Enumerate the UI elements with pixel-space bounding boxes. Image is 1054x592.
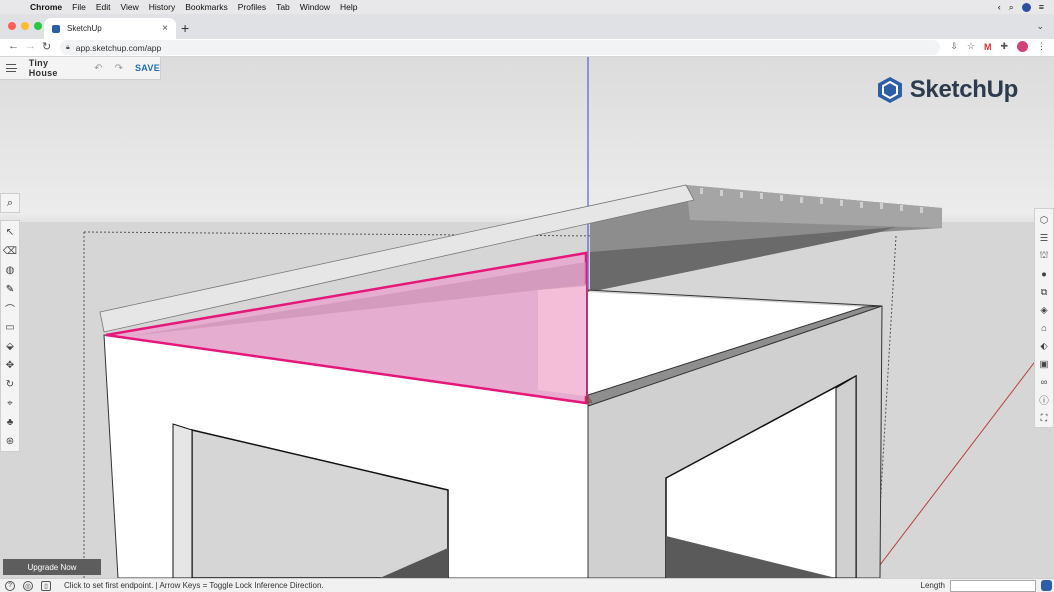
forward-button[interactable]: →	[25, 40, 36, 52]
tape-measure-tool-icon[interactable]: ⌖	[1, 394, 19, 413]
components-icon[interactable]: ⧉	[1035, 283, 1053, 301]
menu-profiles[interactable]: Profiles	[238, 2, 266, 12]
redo-icon[interactable]: ↷	[115, 63, 123, 74]
tab-title: SketchUp	[67, 24, 102, 33]
pencil-cursor-icon: ✎	[585, 396, 593, 407]
gmail-extension-icon[interactable]: M	[984, 42, 992, 52]
orbit-tool-icon[interactable]: ⊛	[1, 432, 19, 451]
length-label: Length	[920, 581, 945, 590]
left-tool-bar: ↖ ⌫ ◍ ✎ ⌒ ▭ ⬙ ✥ ↻ ⌖ ♣ ⊛	[0, 220, 20, 452]
profile-avatar-icon[interactable]	[1017, 41, 1028, 52]
upgrade-now-button[interactable]: Upgrade Now	[3, 559, 101, 575]
length-input[interactable]	[950, 579, 1036, 592]
model-toolbar: Tiny House ↶ ↷ SAVE	[0, 57, 161, 80]
pencil-tool-icon[interactable]: ✎	[1, 280, 19, 299]
globe-icon[interactable]: ◎	[23, 580, 33, 591]
extensions-puzzle-icon[interactable]: ✚	[1000, 41, 1008, 52]
info-icon[interactable]: ⓘ	[1035, 391, 1053, 409]
sketchup-logo-text: SketchUp	[909, 76, 1019, 103]
arc-tool-icon[interactable]: ⌒	[1, 299, 19, 318]
help-center-icon[interactable]: ⛶	[1035, 409, 1053, 427]
select-tool-icon[interactable]: ↖	[1, 223, 19, 242]
instructor-icon[interactable]: ▯	[41, 580, 51, 591]
sketchup-logo-icon	[877, 77, 902, 103]
sketchup-favicon-icon	[52, 24, 60, 33]
zoom-window-button[interactable]	[34, 22, 42, 30]
url-text: app.sketchup.com/app	[75, 42, 162, 53]
outliner-icon[interactable]: ☰	[1035, 229, 1053, 247]
hamburger-menu-icon[interactable]	[6, 64, 17, 72]
rectangle-tool-icon[interactable]: ▭	[1, 318, 19, 337]
address-bar[interactable]: 🔒︎ app.sketchup.com/app	[60, 40, 940, 55]
menu-bookmarks[interactable]: Bookmarks	[185, 2, 228, 12]
gable-face-highlight	[538, 284, 586, 396]
3d-warehouse-icon[interactable]: ⌂	[1035, 319, 1053, 337]
menu-window[interactable]: Window	[300, 2, 330, 12]
sketchup-logo: SketchUp	[877, 76, 1018, 104]
window-controls	[8, 22, 42, 30]
reload-button[interactable]: ↻	[42, 40, 51, 53]
undo-icon[interactable]: ↶	[94, 63, 102, 74]
menu-bar-status-area: ‹ ⌕ ≡	[998, 2, 1054, 13]
help-icon[interactable]: ?	[5, 580, 15, 591]
paint-bucket-tool-icon[interactable]: ◍	[1, 261, 19, 280]
browser-toolbar: ← → ↻ 🔒︎ app.sketchup.com/app ⇩ ☆ M ✚ ⋮	[0, 39, 1054, 57]
status-bar: ? ◎ ▯ Click to set first endpoint. | Arr…	[0, 578, 1054, 592]
push-pull-tool-icon[interactable]: ⬙	[1, 337, 19, 356]
lock-icon[interactable]: 🔒︎	[66, 44, 70, 52]
front-window-jamb	[172, 423, 193, 578]
entity-info-icon[interactable]: ⬡	[1035, 211, 1053, 229]
search-icon[interactable]: ⌕	[0, 193, 20, 213]
menu-chrome[interactable]: Chrome	[30, 2, 62, 12]
control-center-icon[interactable]: ≡	[1039, 2, 1044, 12]
install-app-icon[interactable]: ⇩	[950, 41, 958, 52]
tab-close-icon[interactable]: ×	[162, 23, 168, 34]
tags-icon[interactable]: ⬖	[1035, 337, 1053, 355]
eraser-tool-icon[interactable]: ⌫	[1, 242, 19, 261]
3d-viewport[interactable]: ✎	[0, 57, 1054, 578]
materials-icon[interactable]: ●	[1035, 265, 1053, 283]
move-tool-icon[interactable]: ✥	[1, 356, 19, 375]
model-title[interactable]: Tiny House	[29, 58, 74, 78]
browser-tab-sketchup[interactable]: SketchUp ×	[44, 18, 176, 39]
menu-help[interactable]: Help	[340, 2, 357, 12]
sketchup-status-icon[interactable]	[1041, 580, 1052, 591]
menu-tab[interactable]: Tab	[276, 2, 290, 12]
browser-menu-icon[interactable]: ⋮	[1037, 41, 1046, 52]
bookmark-star-icon[interactable]: ☆	[967, 41, 975, 52]
right-window-jamb	[835, 375, 857, 578]
rotate-tool-icon[interactable]: ↻	[1, 375, 19, 394]
minimize-window-button[interactable]	[21, 22, 29, 30]
new-tab-button[interactable]: +	[181, 20, 189, 36]
tab-search-chevron-icon[interactable]: ⌄	[1036, 21, 1044, 32]
display-icon[interactable]: ∞	[1035, 373, 1053, 391]
styles-icon[interactable]: ◈	[1035, 301, 1053, 319]
menu-history[interactable]: History	[149, 2, 175, 12]
mac-menu-bar: Chrome File Edit View History Bookmarks …	[0, 0, 1054, 14]
chevron-left-icon[interactable]: ‹	[998, 2, 1001, 12]
walk-tool-icon[interactable]: ♣	[1, 413, 19, 432]
status-message: Click to set first endpoint. | Arrow Key…	[64, 581, 324, 590]
browser-actions: ⇩ ☆ M ✚ ⋮	[950, 41, 1046, 52]
back-button[interactable]: ←	[8, 40, 19, 52]
extensions-icon[interactable]: ▣	[1035, 355, 1053, 373]
menu-file[interactable]: File	[72, 2, 86, 12]
browser-tab-strip: SketchUp × + ⌄	[0, 14, 1054, 39]
user-avatar-icon[interactable]	[1021, 2, 1031, 12]
close-window-button[interactable]	[8, 22, 16, 30]
save-button[interactable]: SAVE	[135, 63, 160, 73]
scenes-icon[interactable]: ⛫	[1035, 247, 1053, 265]
menu-edit[interactable]: Edit	[96, 2, 111, 12]
sketchup-app: ✎ Tiny House ↶ ↷ SAVE SketchUp ⌕ ↖ ⌫ ◍ ✎ ⌒ ▭ ⬙…	[0, 57, 1054, 578]
menu-view[interactable]: View	[120, 2, 138, 12]
right-panel-bar: ⬡ ☰ ⛫ ● ⧉ ◈ ⌂ ⬖ ▣ ∞ ⓘ ⛶	[1034, 208, 1054, 428]
spotlight-search-icon[interactable]: ⌕	[1009, 2, 1014, 13]
